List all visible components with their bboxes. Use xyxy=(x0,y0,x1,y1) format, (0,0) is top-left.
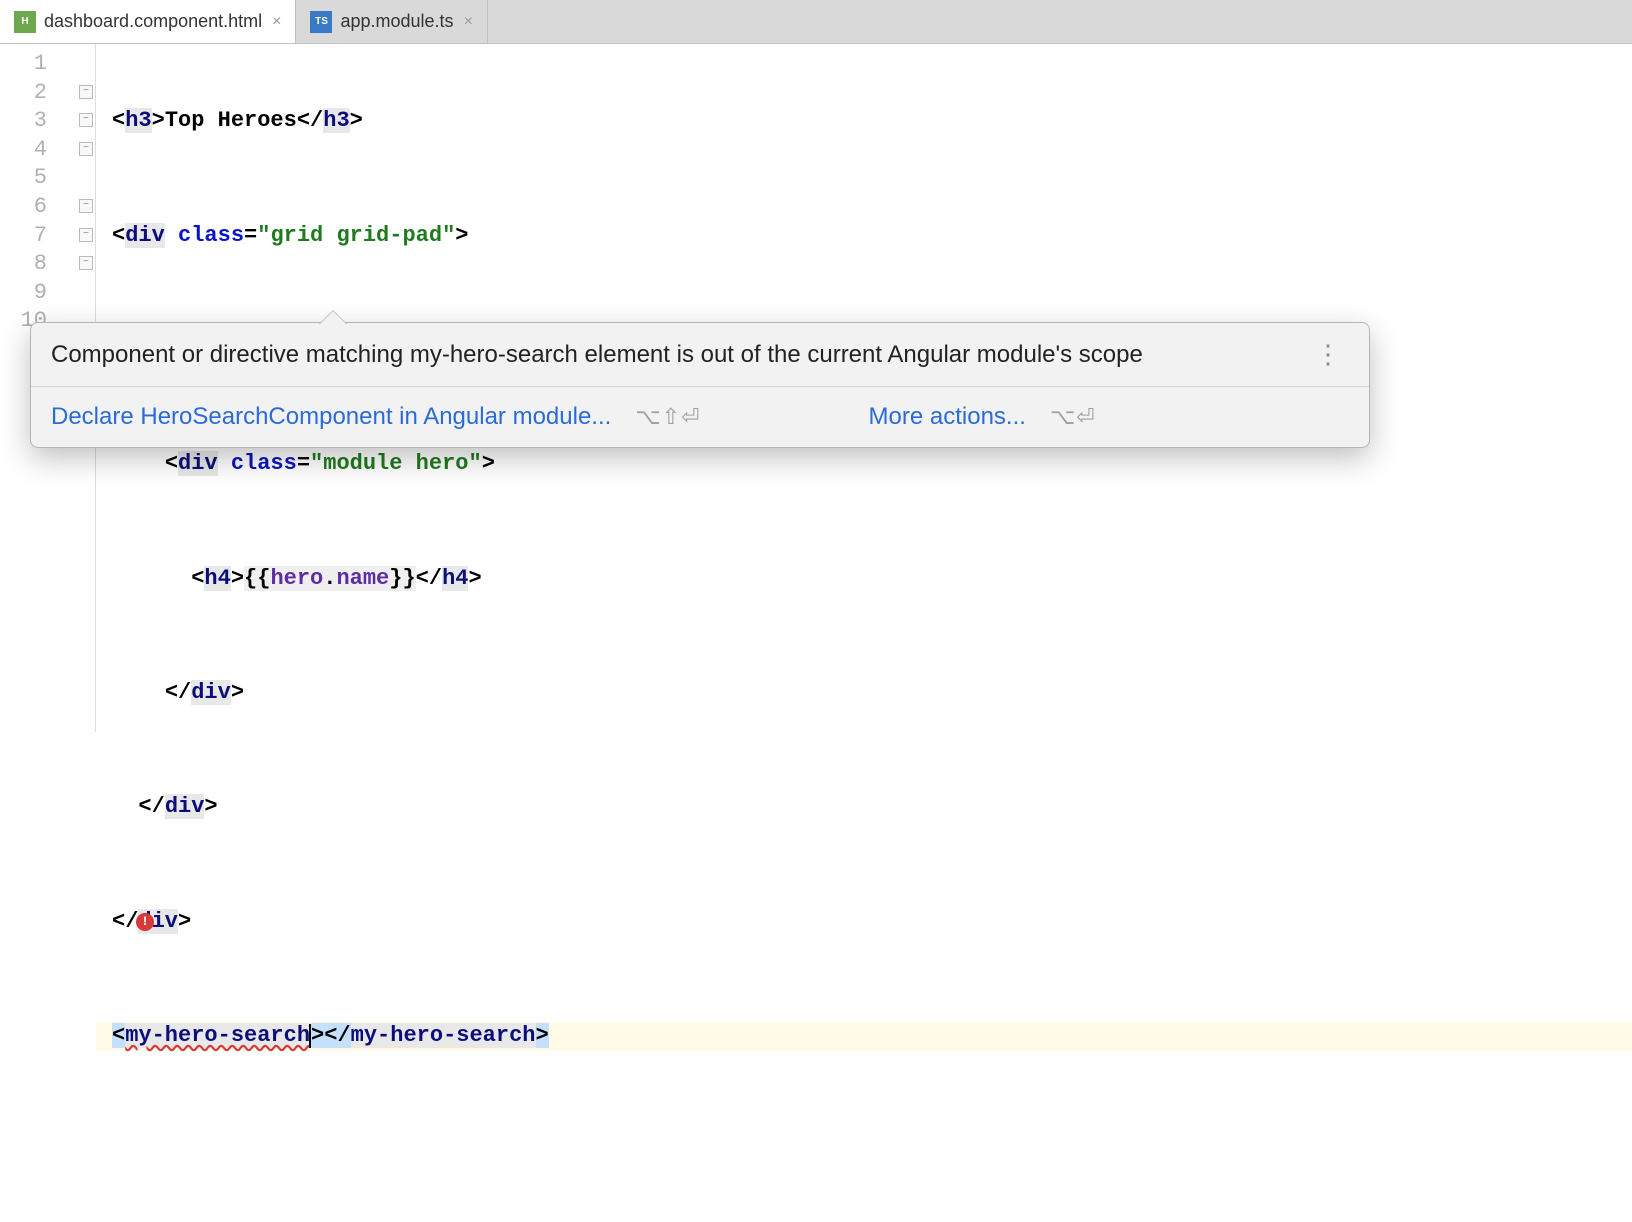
code-line[interactable]: <div class="module hero"> xyxy=(96,450,1632,479)
tag-punct: </ xyxy=(297,108,323,133)
more-options-icon[interactable]: ⋮ xyxy=(1315,339,1349,370)
quote: " xyxy=(442,223,455,248)
tag-punct: < xyxy=(112,1023,125,1048)
tag-punct: > xyxy=(231,566,244,591)
tag-punct: > xyxy=(455,223,468,248)
attr-name: class xyxy=(178,223,244,248)
tag-punct: > xyxy=(311,1023,324,1048)
custom-tag-name: my-hero-search xyxy=(351,1023,536,1048)
tag-punct: > xyxy=(350,108,363,133)
editor-area: 1 2− 3− 4− 5 6− 7− 8− 9 10 <h3>Top Heroe… xyxy=(0,44,1632,732)
code-line[interactable]: </div> xyxy=(96,679,1632,708)
code-line[interactable]: <h3>Top Heroes</h3> xyxy=(96,107,1632,136)
indent xyxy=(112,566,191,591)
code-line[interactable]: </div> xyxy=(96,793,1632,822)
tab-label: dashboard.component.html xyxy=(44,11,262,32)
line-number: 6− xyxy=(0,193,95,222)
expr-var: hero xyxy=(270,566,323,591)
html-file-icon: H xyxy=(14,11,36,33)
tag-punct: > xyxy=(468,566,481,591)
error-badge-icon[interactable]: ! xyxy=(136,913,154,931)
space xyxy=(218,451,231,476)
line-number: 4− xyxy=(0,136,95,165)
tag-name: h4 xyxy=(204,566,230,591)
tag-name: div xyxy=(191,680,231,705)
close-icon[interactable]: × xyxy=(272,13,281,31)
quote: " xyxy=(257,223,270,248)
tag-punct: < xyxy=(112,108,125,133)
inspection-popup: Component or directive matching my-hero-… xyxy=(30,322,1370,448)
attr-name: class xyxy=(231,451,297,476)
indent xyxy=(112,451,165,476)
tab-dashboard-component-html[interactable]: H dashboard.component.html × xyxy=(0,0,296,43)
fold-icon[interactable]: − xyxy=(79,199,93,213)
tab-app-module-ts[interactable]: TS app.module.ts × xyxy=(296,0,487,43)
code-line-current[interactable]: <my-hero-search></my-hero-search> xyxy=(96,1022,1632,1051)
tag-punct: > xyxy=(178,909,191,934)
declare-component-action[interactable]: Declare HeroSearchComponent in Angular m… xyxy=(51,403,611,431)
fold-icon[interactable]: − xyxy=(79,113,93,127)
ts-file-icon: TS xyxy=(310,11,332,33)
attr-val: module hero xyxy=(323,451,468,476)
tab-label: app.module.ts xyxy=(340,11,453,32)
space xyxy=(165,223,178,248)
line-number: 7− xyxy=(0,222,95,251)
tag-punct: > xyxy=(536,1023,549,1048)
expr-open: {{ xyxy=(244,566,270,591)
popup-actions: Declare HeroSearchComponent in Angular m… xyxy=(31,387,1369,447)
line-number: 1 xyxy=(0,50,95,79)
tag-punct: > xyxy=(231,680,244,705)
line-number: 8− xyxy=(0,250,95,279)
dot: . xyxy=(323,566,336,591)
expr-close: }} xyxy=(389,566,415,591)
eq: = xyxy=(297,451,310,476)
quote: " xyxy=(468,451,481,476)
popup-message: Component or directive matching my-hero-… xyxy=(51,341,1143,369)
tab-bar: H dashboard.component.html × TS app.modu… xyxy=(0,0,1632,44)
code-line[interactable]: !</div> xyxy=(96,908,1632,937)
tag-punct: </ xyxy=(138,794,164,819)
more-actions-action[interactable]: More actions... xyxy=(869,403,1026,431)
indent xyxy=(112,794,138,819)
line-number: 5 xyxy=(0,164,95,193)
fold-icon[interactable]: − xyxy=(79,142,93,156)
tag-name: h4 xyxy=(442,566,468,591)
expr-prop: name xyxy=(336,566,389,591)
eq: = xyxy=(244,223,257,248)
code-line[interactable]: <h4>{{hero.name}}</h4> xyxy=(96,565,1632,594)
tag-punct: </ xyxy=(416,566,442,591)
popup-arrow-icon xyxy=(319,311,347,325)
code-line[interactable]: <div class="grid grid-pad"> xyxy=(96,222,1632,251)
tag-punct: </ xyxy=(324,1023,350,1048)
tag-name: div xyxy=(125,223,165,248)
tag-name: div xyxy=(178,451,218,476)
code-line[interactable] xyxy=(96,1137,1632,1166)
tag-name: div xyxy=(165,794,205,819)
fold-icon[interactable]: − xyxy=(79,228,93,242)
popup-header: Component or directive matching my-hero-… xyxy=(31,323,1369,387)
tag-punct: </ xyxy=(112,909,138,934)
tag-punct: > xyxy=(152,108,165,133)
keyboard-shortcut: ⌥⇧⏎ xyxy=(635,404,700,430)
tag-punct: > xyxy=(482,451,495,476)
tag-name: h3 xyxy=(323,108,349,133)
tag-punct: < xyxy=(191,566,204,591)
line-number: 9 xyxy=(0,279,95,308)
close-icon[interactable]: × xyxy=(464,13,473,31)
line-number: 2− xyxy=(0,79,95,108)
tag-punct: > xyxy=(204,794,217,819)
keyboard-shortcut: ⌥⏎ xyxy=(1050,404,1096,430)
tag-punct: < xyxy=(112,223,125,248)
fold-icon[interactable]: − xyxy=(79,256,93,270)
custom-tag-name: my-hero-search xyxy=(125,1023,310,1048)
quote: " xyxy=(310,451,323,476)
tag-punct: < xyxy=(165,451,178,476)
text: Top Heroes xyxy=(165,108,297,133)
tag-name: h3 xyxy=(125,108,151,133)
line-number: 3− xyxy=(0,107,95,136)
indent xyxy=(112,680,165,705)
attr-val: grid grid-pad xyxy=(270,223,442,248)
fold-icon[interactable]: − xyxy=(79,85,93,99)
tag-punct: </ xyxy=(165,680,191,705)
